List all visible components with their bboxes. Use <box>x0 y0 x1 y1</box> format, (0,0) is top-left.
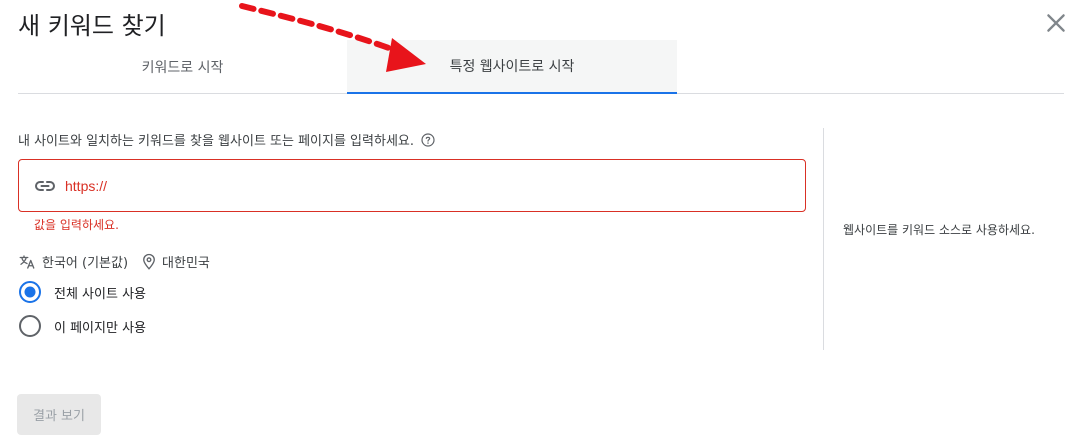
radio-whole-site[interactable]: 전체 사이트 사용 <box>18 280 146 304</box>
link-icon <box>33 174 57 198</box>
location-selector[interactable]: 대한민국 <box>140 252 210 271</box>
vertical-divider <box>823 128 824 350</box>
translate-icon <box>19 254 35 269</box>
dialog-title: 새 키워드 찾기 <box>18 12 166 40</box>
view-results-button[interactable]: 결과 보기 <box>17 394 101 435</box>
radio-label: 전체 사이트 사용 <box>54 286 146 302</box>
url-prefix: https:// <box>65 177 108 194</box>
error-message: 값을 입력하세요. <box>34 218 119 232</box>
instruction-text: 내 사이트와 일치하는 키워드를 찾을 웹사이트 또는 페이지를 입력하세요. <box>18 134 414 149</box>
tab-label: 키워드로 시작 <box>141 59 224 76</box>
url-input[interactable] <box>115 160 805 211</box>
help-button[interactable] <box>420 132 436 148</box>
tab-label: 특정 웹사이트로 시작 <box>449 59 575 75</box>
radio-this-page-only[interactable]: 이 페이지만 사용 <box>18 314 146 338</box>
radio-unselected-icon <box>19 315 41 337</box>
tab-start-with-keywords[interactable]: 키워드로 시작 <box>18 40 347 93</box>
side-note: 웹사이트를 키워드 소스로 사용하세요. <box>843 223 1035 237</box>
radio-label: 이 페이지만 사용 <box>54 320 146 336</box>
radio-selected-icon <box>19 281 41 303</box>
help-icon <box>421 132 435 147</box>
url-field[interactable]: https:// <box>18 159 806 212</box>
language-label[interactable]: 한국어 (기본값) <box>42 252 128 271</box>
location-pin-icon <box>143 253 155 270</box>
keyword-dialog: 새 키워드 찾기 키워드로 시작 특정 웹사이트로 시작 내 사이트와 일치하는… <box>0 0 1089 437</box>
instruction-row: 내 사이트와 일치하는 키워드를 찾을 웹사이트 또는 페이지를 입력하세요. <box>18 130 436 149</box>
tab-bar: 키워드로 시작 특정 웹사이트로 시작 <box>18 40 1064 94</box>
language-location-row: 한국어 (기본값) 대한민국 <box>18 252 210 271</box>
close-icon <box>1047 14 1065 32</box>
location-label: 대한민국 <box>162 256 210 271</box>
tab-start-with-website[interactable]: 특정 웹사이트로 시작 <box>347 40 677 94</box>
close-button[interactable] <box>1043 10 1069 36</box>
